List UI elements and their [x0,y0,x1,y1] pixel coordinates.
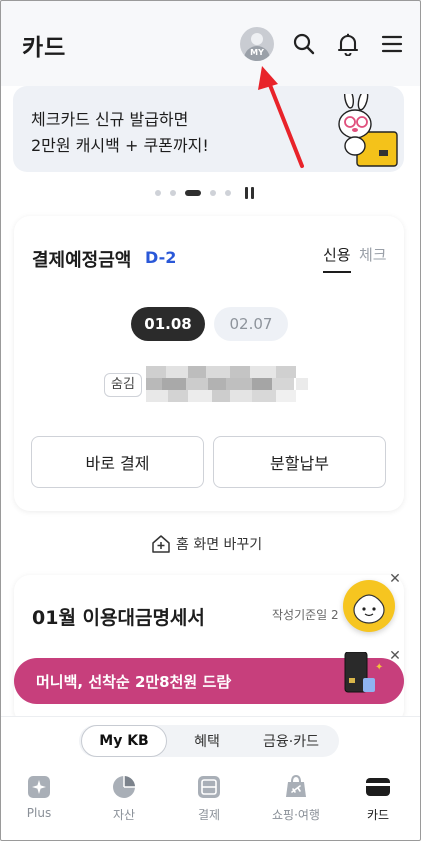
carousel-dot[interactable] [170,190,176,196]
change-home-screen-link[interactable]: 홈 화면 바꾸기 [150,532,262,556]
promo-banner[interactable]: 체크카드 신규 발급하면 2만원 캐시백 + 쿠폰까지! [13,86,404,172]
masked-amount [146,366,308,402]
tab-check[interactable]: 체크 [359,244,387,265]
carousel-indicator [155,187,265,199]
date-chip-selected[interactable]: 01.08 [131,307,205,341]
hide-amount-toggle[interactable]: 숨김 [104,373,142,397]
carousel-dot[interactable] [210,190,216,196]
segment-my-kb[interactable]: My KB [81,725,167,757]
my-profile-avatar[interactable]: MY [240,27,274,61]
segment-finance-card[interactable]: 금융·카드 [247,725,335,757]
nav-shopping-travel[interactable]: 쇼핑·여행 [258,774,334,834]
close-mascot-icon[interactable]: ✕ [386,570,404,588]
nav-label: Plus [26,806,52,820]
installment-button[interactable]: 분할납부 [213,436,386,488]
segment-tab-bar: My KB 혜택 금융·카드 [0,716,421,764]
nav-label: 자산 [112,808,136,822]
carousel-dot[interactable] [225,190,231,196]
nav-label: 쇼핑·여행 [272,808,320,822]
plus-sparkle-icon [28,776,50,798]
banner-headline-2: 2만원 캐시백 + 쿠폰까지! [31,136,209,155]
airplane-bag-icon [286,774,306,797]
card-illustration: ✦ [344,652,383,693]
promo-text: 머니백, 선착순 2만8천원 드림 [36,673,231,691]
tab-credit[interactable]: 신용 [323,244,351,273]
nav-assets[interactable]: 자산 [89,774,159,834]
nav-label: 결제 [197,808,221,822]
home-plus-icon [152,535,170,553]
payment-due-title: 결제예정금액 [32,250,132,271]
pay-now-button[interactable]: 바로 결제 [31,436,204,488]
change-home-screen-label: 홈 화면 바꾸기 [176,537,263,553]
bottom-navigation: Plus 자산 결제 쇼핑·여행 카드 [0,764,421,841]
hamburger-menu-icon[interactable] [380,32,404,56]
nav-label: 카드 [366,808,390,822]
close-promo-icon[interactable]: ✕ [386,647,404,665]
annotation-arrow [258,66,304,168]
card-icon [366,778,390,796]
statement-basis-date: 작성기준일 2 [272,608,339,622]
scan-pay-icon [198,776,220,798]
pie-chart-icon [113,776,135,798]
segment-control: My KB 혜택 금융·카드 [79,725,339,757]
avatar-head [251,33,263,45]
payment-due-card: 결제예정금액 D-2 신용 체크 01.08 02.07 숨김 바로 결제 분할… [14,216,404,511]
page-title: 카드 [22,35,67,61]
statement-title: 01월 이용대금명세서 [32,607,205,629]
bell-icon[interactable] [336,32,360,56]
carousel-dot[interactable] [155,190,161,196]
app-header: 카드 MY [0,0,421,86]
chevron-right-icon: › [226,670,233,689]
carousel-dot-active[interactable] [185,190,201,196]
promo-pill-banner[interactable]: 머니백, 선착순 2만8천원 드림 › ✦ [14,652,404,704]
nav-plus[interactable]: Plus [4,774,74,834]
segment-benefits[interactable]: 혜택 [171,725,243,757]
dday-badge: D-2 [145,248,177,267]
svg-text:✦: ✦ [375,662,383,673]
banner-headline-1: 체크카드 신규 발급하면 [31,110,189,129]
date-chip[interactable]: 02.07 [214,307,288,341]
avatar-label: MY [250,48,264,57]
pause-icon[interactable] [245,187,257,199]
nav-payment[interactable]: 결제 [174,774,244,834]
rabbit-mascot-illustration [338,94,398,167]
nav-card[interactable]: 카드 [343,774,413,834]
search-icon[interactable] [292,32,316,56]
